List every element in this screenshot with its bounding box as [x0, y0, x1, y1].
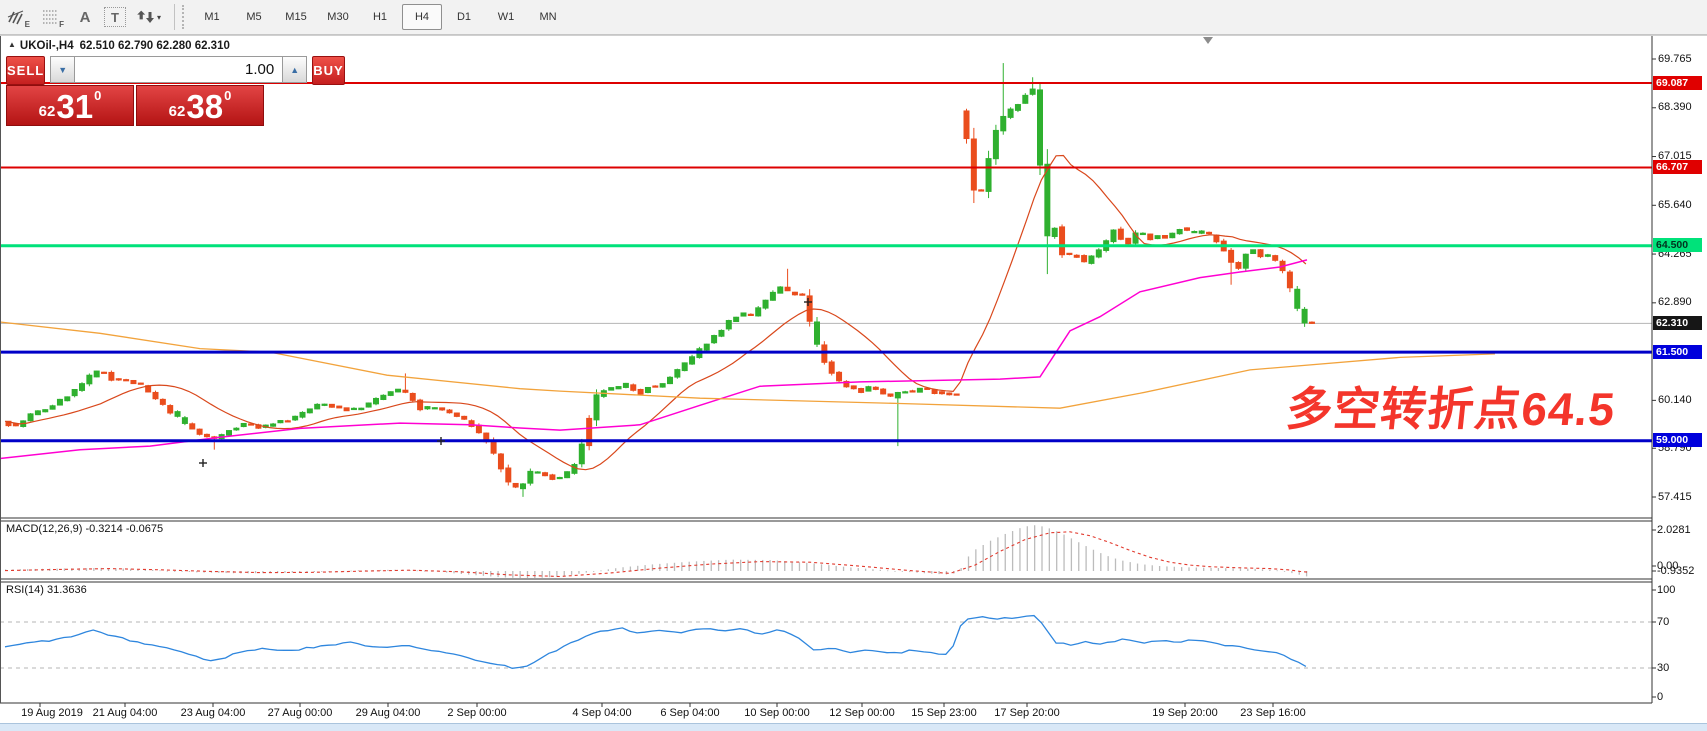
ohlc-values: 62.510 62.790 62.280 62.310 [80, 40, 230, 52]
sell-price-display[interactable]: 62 31 0 [6, 85, 134, 126]
indicator-axis-label: 30 [1657, 662, 1669, 674]
buy-price-sup: 0 [224, 88, 231, 103]
time-tick-label: 21 Aug 04:00 [93, 707, 158, 719]
price-badge: 64.500 [1653, 238, 1702, 252]
sell-price-small: 62 [39, 103, 56, 120]
indicator-axis-label: 70 [1657, 616, 1669, 628]
status-strip [0, 723, 1707, 731]
price-badge: 69.087 [1653, 76, 1702, 90]
volume-input[interactable] [75, 56, 282, 83]
buy-price-display[interactable]: 62 38 0 [136, 85, 264, 126]
sell-button[interactable]: SELL [6, 56, 45, 85]
time-tick-label: 17 Sep 20:00 [994, 707, 1059, 719]
time-tick-label: 2 Sep 00:00 [447, 707, 506, 719]
time-tick-label: 4 Sep 04:00 [572, 707, 631, 719]
rsi-label: RSI(14) 31.3636 [6, 584, 87, 596]
time-tick-label: 23 Aug 04:00 [181, 707, 246, 719]
price-tick-label: 68.390 [1658, 101, 1692, 113]
price-tick-label: 57.415 [1658, 491, 1692, 503]
time-tick-label: 6 Sep 04:00 [660, 707, 719, 719]
symbol-label: UKOil-,H4 [20, 40, 74, 52]
price-badge: 62.310 [1653, 316, 1702, 330]
rsi-panel[interactable] [0, 616, 1652, 669]
trading-terminal-window: E F A T ▾ M1M5M15M30H1H4D1W1MN ▲UKOil-,H… [0, 0, 1707, 731]
price-tick-label: 65.640 [1658, 199, 1692, 211]
price-badge: 61.500 [1653, 345, 1702, 359]
sell-price-sup: 0 [94, 88, 101, 103]
time-tick-label: 23 Sep 16:00 [1240, 707, 1305, 719]
buy-price-small: 62 [169, 103, 186, 120]
indicator-axis-label: -0.9352 [1657, 565, 1694, 577]
volume-increase-button[interactable]: ▲ [282, 56, 307, 83]
chart-annotation-text: 多空转折点64.5 [1284, 373, 1619, 439]
macd-label: MACD(12,26,9) -0.3214 -0.0675 [6, 523, 163, 535]
time-tick-label: 19 Sep 20:00 [1152, 707, 1217, 719]
slow-ma-line [0, 322, 1495, 408]
time-tick-label: 19 Aug 2019 [21, 707, 83, 719]
price-badge: 66.707 [1653, 160, 1702, 174]
buy-button[interactable]: BUY [312, 56, 344, 85]
spin-up-icon: ▲ [290, 65, 299, 75]
time-tick-label: 29 Aug 04:00 [356, 707, 421, 719]
indicator-axis-label: 2.0281 [1657, 524, 1691, 536]
chart-shift-marker-icon[interactable] [1203, 37, 1213, 44]
rsi-line [5, 616, 1306, 669]
indicator-axis-label: 0 [1657, 691, 1663, 703]
indicator-axis-label: 100 [1657, 584, 1675, 596]
price-tick-label: 62.890 [1658, 296, 1692, 308]
chart-symbol-header: ▲ UKOil-,H4 62.510 62.790 62.280 62.310 [8, 40, 230, 52]
price-tick-label: 60.140 [1658, 394, 1692, 406]
sell-price-big: 31 [56, 90, 93, 123]
volume-decrease-button[interactable]: ▼ [50, 56, 75, 83]
mid-ma-line [0, 260, 1307, 459]
buy-price-big: 38 [186, 90, 223, 123]
collapse-triangle-icon[interactable]: ▲ [8, 40, 16, 49]
macd-panel[interactable] [5, 525, 1310, 578]
macd-signal-line [5, 532, 1310, 577]
fast-ma-line [5, 156, 1306, 470]
one-click-trade-panel: SELL ▼ ▲ BUY 62 31 0 62 38 0 [6, 56, 268, 126]
time-tick-label: 27 Aug 00:00 [268, 707, 333, 719]
time-tick-label: 15 Sep 23:00 [911, 707, 976, 719]
price-badge: 59.000 [1653, 433, 1702, 447]
price-tick-label: 69.765 [1658, 53, 1692, 65]
spin-down-icon: ▼ [58, 65, 67, 75]
time-tick-label: 10 Sep 00:00 [744, 707, 809, 719]
time-tick-label: 12 Sep 00:00 [829, 707, 894, 719]
